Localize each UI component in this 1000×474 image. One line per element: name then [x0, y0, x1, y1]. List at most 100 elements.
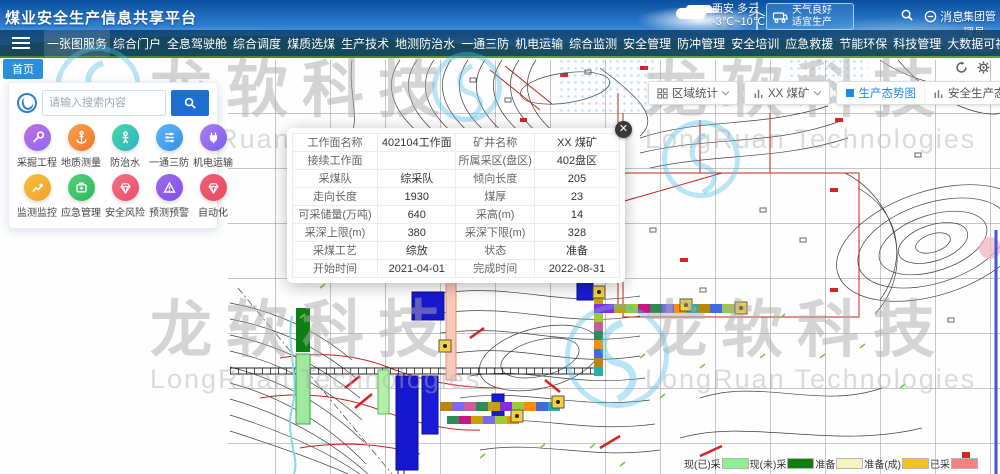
dialog-value — [378, 152, 456, 170]
app-item-electromechanical[interactable]: 机电运输 — [193, 124, 233, 169]
gem-icon — [206, 180, 221, 195]
nav-item-safety-training[interactable]: 安全培训 — [728, 30, 782, 57]
search-button[interactable] — [171, 90, 209, 116]
warning-icon — [162, 180, 177, 195]
dialog-value: 14 — [535, 206, 620, 224]
weather-widget: 西安 多云 -3℃~10℃ — [712, 3, 765, 29]
map-legend: 现(已)采 现(未)采 准备 准备(成) 已采 — [684, 456, 978, 471]
legend-item: 准备(成) — [864, 456, 929, 471]
circle-minus-icon — [924, 10, 937, 23]
nav-item-coal-quality[interactable]: 煤质选煤 — [284, 30, 338, 57]
bar-chart-icon — [933, 88, 944, 99]
nav-item-cockpit[interactable]: 全息驾驶舱 — [164, 30, 230, 57]
dialog-value: 1930 — [378, 188, 456, 206]
nav-item-geological-water[interactable]: 地测防治水 — [392, 30, 458, 57]
app-grid: 采掘工程 地质测量 防治水 一通三防 机电运输 — [17, 124, 209, 219]
nav-item-tech-mgmt[interactable]: 科技管理 — [890, 30, 944, 57]
search-icon[interactable] — [900, 8, 914, 22]
dialog-label: 走向长度 — [293, 188, 378, 206]
hamburger-menu-icon[interactable] — [12, 37, 30, 49]
dialog-value: 328 — [535, 224, 620, 242]
chevron-down-icon — [722, 91, 729, 96]
gear-icon[interactable] — [977, 61, 990, 79]
legend-swatch — [722, 458, 749, 469]
app-item-ventilation[interactable]: 一通三防 — [149, 124, 189, 169]
workface-info-dialog: ✕ 工作面名称 402104工作面 矿井名称 XX 煤矿 接续工作面 所属采区(… — [287, 128, 625, 283]
dialog-label: 采煤工艺 — [293, 242, 378, 260]
app-item-water-control[interactable]: 防治水 — [105, 124, 145, 169]
refresh-icon[interactable] — [955, 61, 968, 79]
production-map-button[interactable]: 生产态势图 — [837, 82, 926, 104]
dialog-label: 采深下限(m) — [456, 224, 534, 242]
map-toolbar: 区域统计 XX 煤矿 生产态势图 安全生产态势图 — [648, 81, 1000, 105]
longruan-logo-icon — [17, 93, 37, 113]
app-item-monitoring[interactable]: 监测监控 — [17, 174, 57, 219]
dialog-label: 完成时间 — [456, 260, 534, 278]
dialog-value: 380 — [378, 224, 456, 242]
content-area: 龙软科技LongRuan Technologies 龙软科技LongRuan T… — [0, 58, 1000, 474]
nav-item-energy-env[interactable]: 节能环保 — [836, 30, 890, 57]
nav-item-one-map-service[interactable]: 一张图服务 — [44, 30, 110, 57]
message-label: 消息 — [940, 8, 964, 25]
region-stats-button[interactable]: 区域统计 — [649, 82, 737, 104]
nav-item-rockburst-mgmt[interactable]: 防冲管理 — [674, 30, 728, 57]
roadway-salmon — [446, 280, 456, 380]
dialog-label: 煤厚 — [456, 188, 534, 206]
safety-map-button[interactable]: 安全生产态势图 — [925, 82, 1000, 104]
dialog-label: 工作面名称 — [293, 134, 378, 152]
message-button[interactable]: 消息 — [924, 8, 964, 25]
app-item-geology[interactable]: 地质测量 — [61, 124, 101, 169]
gem-icon — [118, 180, 133, 195]
close-icon[interactable]: ✕ — [615, 121, 632, 138]
workface-info-table: 工作面名称 402104工作面 矿井名称 XX 煤矿 接续工作面 所属采区(盘区… — [292, 133, 620, 278]
nav-item-bigdata-visual[interactable]: 大数据可视化 — [944, 30, 1000, 57]
dialog-value: 准备 — [535, 242, 620, 260]
square-icon — [845, 88, 855, 98]
grid-icon — [657, 88, 668, 99]
mine-selector[interactable]: XX 煤矿 — [745, 82, 829, 104]
chart-icon — [30, 180, 45, 195]
dialog-label: 开始时间 — [293, 260, 378, 278]
app-title: 煤业安全生产信息共享平台 — [5, 7, 197, 28]
dialog-value: 综采队 — [378, 170, 456, 188]
dialog-label: 接续工作面 — [293, 152, 378, 170]
legend-swatch — [787, 458, 814, 469]
dialog-label: 矿井名称 — [456, 134, 534, 152]
nav-item-emergency-rescue[interactable]: 应急救援 — [782, 30, 836, 57]
dialog-label: 采高(m) — [456, 206, 534, 224]
dialog-value: 2022-08-31 — [535, 260, 620, 278]
legend-swatch — [836, 458, 863, 469]
app-item-mining[interactable]: 采掘工程 — [17, 124, 57, 169]
search-input[interactable] — [42, 90, 166, 116]
dialog-label: 采煤队 — [293, 170, 378, 188]
chevron-down-icon — [814, 91, 821, 96]
breadcrumb-home-tab[interactable]: 首页 — [3, 59, 43, 79]
app-item-automation[interactable]: 自动化 — [193, 174, 233, 219]
nav-item-production-tech[interactable]: 生产技术 — [338, 30, 392, 57]
nav-item-safety-mgmt[interactable]: 安全管理 — [620, 30, 674, 57]
badge-line1: 天气良好 — [792, 5, 832, 17]
nav-item-ventilation[interactable]: 一通三防 — [458, 30, 512, 57]
sliders-icon — [162, 130, 177, 145]
mine-truck-icon — [772, 10, 788, 24]
dialog-label: 采深上限(m) — [293, 224, 378, 242]
nav-item-portal[interactable]: 综合门户 — [110, 30, 164, 57]
legend-item: 现(未)采 — [750, 456, 815, 471]
dialog-value: 640 — [378, 206, 456, 224]
app-item-emergency[interactable]: 应急管理 — [61, 174, 101, 219]
application-window: 煤业安全生产信息共享平台 西安 多云 -3℃~10℃ 天气良好 适宜生产 消息 — [0, 0, 1000, 474]
dialog-value: XX 煤矿 — [535, 134, 620, 152]
weather-city: 西安 多云 — [712, 3, 765, 16]
app-item-safety-risk[interactable]: 安全风险 — [105, 174, 145, 219]
nav-item-monitoring[interactable]: 综合监测 — [566, 30, 620, 57]
weather-temp: -3℃~10℃ — [712, 16, 765, 29]
dialog-label: 状态 — [456, 242, 534, 260]
nav-item-dispatch[interactable]: 综合调度 — [230, 30, 284, 57]
badge-line2: 适宜生产 — [792, 17, 832, 29]
nav-item-electromechanical[interactable]: 机电运输 — [512, 30, 566, 57]
dialog-label: 可采储量(万吨) — [293, 206, 378, 224]
bar-chart-icon — [753, 88, 764, 99]
app-item-forecast-warning[interactable]: 预测预警 — [149, 174, 189, 219]
dialog-value: 2021-04-01 — [378, 260, 456, 278]
legend-item: 准备 — [815, 456, 863, 471]
